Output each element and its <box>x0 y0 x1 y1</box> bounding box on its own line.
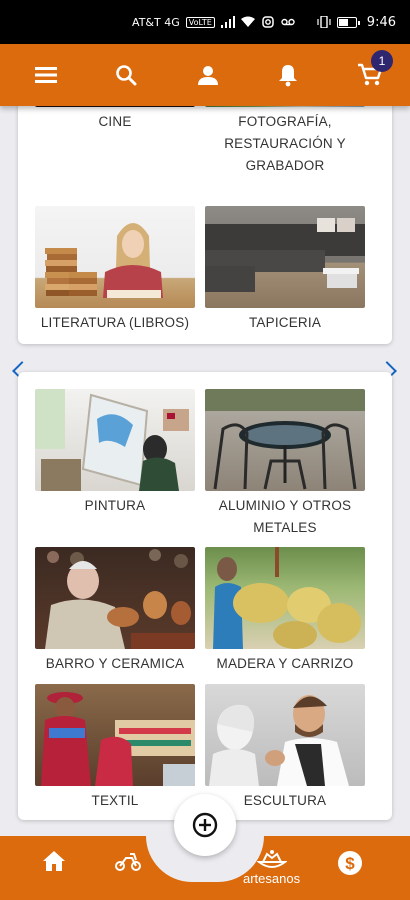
network-badge: VoLTE <box>185 16 215 28</box>
category-label: MADERA Y CARRIZO <box>216 656 354 671</box>
menu-icon[interactable] <box>29 58 63 92</box>
category-tile-tapiceria[interactable]: TAPICERIA <box>205 206 365 334</box>
scooter-icon <box>115 853 141 871</box>
category-label: CINE <box>98 114 132 129</box>
money-icon: $ <box>338 851 362 875</box>
cart-count-badge: 1 <box>371 50 393 72</box>
search-icon[interactable] <box>109 58 143 92</box>
category-tile-escultura[interactable]: ESCULTURA <box>205 684 365 812</box>
category-image <box>35 684 195 786</box>
account-icon[interactable] <box>191 58 225 92</box>
category-card-2: PINTURA ALUMINIO Y OTROS METALES BARRO Y… <box>18 372 392 820</box>
category-image <box>35 106 195 107</box>
category-tile-literatura[interactable]: LITERATURA (LIBROS) <box>35 206 195 334</box>
clock: 9:46 <box>366 14 396 30</box>
notifications-icon[interactable] <box>271 58 305 92</box>
category-image <box>205 206 365 308</box>
category-tile-textil[interactable]: TEXTIL <box>35 684 195 812</box>
category-label: PINTURA <box>84 498 146 513</box>
category-card-1: CINE FOTOGRAFÍA, RESTAURACIÓN Y GRABADOR <box>18 106 392 344</box>
category-tile-aluminio[interactable]: ALUMINIO Y OTROS METALES <box>205 389 365 539</box>
nav-home[interactable] <box>42 850 66 872</box>
cart-icon[interactable]: 1 <box>353 50 393 92</box>
battery-icon <box>336 16 360 28</box>
category-label: LITERATURA (LIBROS) <box>40 315 190 330</box>
category-label: FOTOGRAFÍA, RESTAURACIÓN Y GRABADOR <box>224 114 346 173</box>
voicemail-icon <box>281 16 295 28</box>
category-image <box>205 547 365 649</box>
home-icon <box>43 851 65 871</box>
category-tile-pintura[interactable]: PINTURA <box>35 389 195 517</box>
category-tile-fotografia[interactable]: FOTOGRAFÍA, RESTAURACIÓN Y GRABADOR <box>205 106 365 177</box>
instagram-icon <box>261 16 275 28</box>
category-image <box>35 547 195 649</box>
category-tile-barro[interactable]: BARRO Y CERAMICA <box>35 547 195 675</box>
category-label: BARRO Y CERAMICA <box>45 656 185 671</box>
category-image <box>205 684 365 786</box>
category-label: TAPICERIA <box>248 315 322 330</box>
category-image <box>205 106 365 107</box>
category-image <box>35 389 195 491</box>
wifi-icon <box>240 16 255 28</box>
signal-icon <box>220 16 235 28</box>
app-header: 1 <box>0 44 410 106</box>
category-list[interactable]: CINE FOTOGRAFÍA, RESTAURACIÓN Y GRABADOR <box>0 106 410 836</box>
nav-delivery[interactable] <box>114 850 142 872</box>
category-tile-cine[interactable]: CINE <box>35 106 195 133</box>
add-circle-icon <box>192 812 218 838</box>
category-image <box>35 206 195 308</box>
category-label: ALUMINIO Y OTROS METALES <box>218 498 352 535</box>
vibrate-icon <box>317 16 331 28</box>
nav-payments[interactable]: $ <box>337 850 363 876</box>
svg-text:$: $ <box>345 854 355 873</box>
nav-artesanos-label: artesanos <box>243 871 301 886</box>
status-bar: AT&T 4G VoLTE 9:46 <box>0 0 410 44</box>
add-button[interactable] <box>174 794 236 856</box>
category-image <box>205 389 365 491</box>
category-tile-madera[interactable]: MADERA Y CARRIZO <box>205 547 365 675</box>
carrier-label: AT&T 4G <box>132 15 180 29</box>
